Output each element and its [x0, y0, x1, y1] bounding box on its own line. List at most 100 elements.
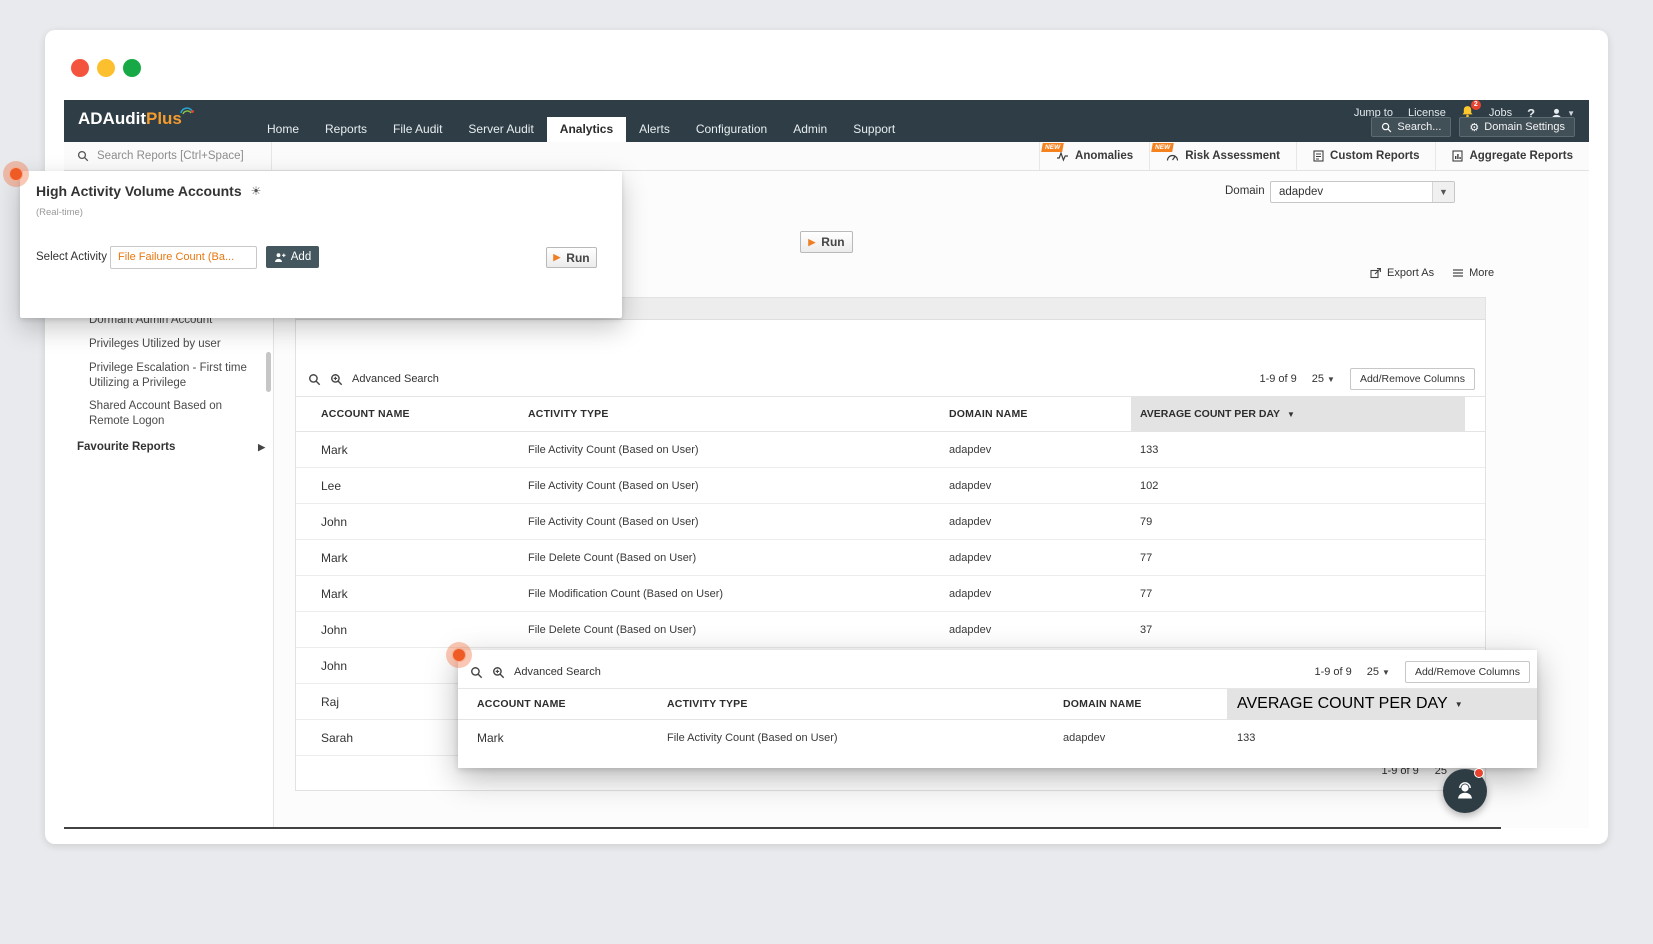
- cell-account: Raj: [321, 694, 340, 709]
- column-domain-name[interactable]: DOMAIN NAME: [1063, 698, 1142, 710]
- minimize-window-button[interactable]: [97, 59, 115, 77]
- custom-reports-label: Custom Reports: [1330, 150, 1420, 162]
- aggregate-reports-link[interactable]: Aggregate Reports: [1435, 142, 1589, 170]
- report-search-input[interactable]: [97, 150, 262, 162]
- result-overlay-card: Advanced Search 1-9 of 9 25 ▼ Add/Remove…: [458, 650, 1537, 768]
- table-row[interactable]: John File Delete Count (Based on User) a…: [296, 612, 1485, 648]
- export-as-label: Export As: [1387, 267, 1435, 279]
- column-activity-type[interactable]: ACTIVITY TYPE: [667, 698, 748, 710]
- column-average-count-sort[interactable]: AVERAGE COUNT PER DAY ▼: [1131, 397, 1465, 431]
- column-account-name[interactable]: ACCOUNT NAME: [321, 408, 410, 420]
- document-icon: [1313, 150, 1324, 162]
- column-activity-type[interactable]: ACTIVITY TYPE: [528, 408, 609, 420]
- tab-home[interactable]: Home: [254, 117, 312, 142]
- tab-file-audit[interactable]: File Audit: [380, 117, 455, 142]
- chat-notification-dot: [1474, 768, 1484, 778]
- cell-domain: adapdev: [949, 515, 992, 528]
- advanced-search-label[interactable]: Advanced Search: [514, 666, 601, 678]
- add-user-icon: [274, 252, 286, 263]
- risk-assessment-label: Risk Assessment: [1185, 150, 1281, 162]
- add-remove-columns-button[interactable]: Add/Remove Columns: [1404, 661, 1530, 683]
- popup-form-row: Select Activity File Failure Count (Ba..…: [20, 246, 622, 270]
- page-size-dropdown[interactable]: 25 ▼: [1367, 666, 1390, 678]
- table-row[interactable]: Mark File Delete Count (Based on User) a…: [296, 540, 1485, 576]
- pagination-range: 1-9 of 9: [1314, 666, 1352, 678]
- sun-icon[interactable]: ☀: [251, 184, 262, 198]
- chevron-right-icon: ▶: [258, 441, 265, 452]
- sidebar-item-privileges-utilized[interactable]: Privileges Utilized by user: [89, 337, 249, 352]
- list-icon: [1452, 267, 1464, 279]
- page-size-value: 25: [1366, 666, 1380, 678]
- logo-text-adaudit: ADAudit: [78, 109, 146, 128]
- advanced-search-label[interactable]: Advanced Search: [352, 373, 439, 385]
- sidebar-item-privilege-escalation[interactable]: Privilege Escalation - First time Utiliz…: [89, 361, 249, 391]
- advanced-search-icon[interactable]: [330, 373, 343, 386]
- table-row[interactable]: Mark File Modification Count (Based on U…: [296, 576, 1485, 612]
- page-size-dropdown[interactable]: 25 ▼: [1312, 373, 1335, 385]
- cell-account: Lee: [321, 478, 342, 493]
- advanced-search-icon[interactable]: [492, 666, 505, 679]
- page-size-value: 25: [1311, 373, 1325, 385]
- logo-swoosh-icon: [180, 107, 194, 115]
- domain-settings-button[interactable]: ⚙ Domain Settings: [1459, 117, 1575, 137]
- export-as-button[interactable]: Export As: [1370, 267, 1434, 279]
- run-report-button[interactable]: ▶ Run: [800, 231, 853, 253]
- more-label: More: [1469, 267, 1495, 279]
- tab-support[interactable]: Support: [840, 117, 908, 142]
- app-logo[interactable]: ADAuditPlus: [78, 107, 198, 129]
- cell-domain: adapdev: [1063, 732, 1106, 744]
- pagination-range: 1-9 of 9: [1259, 373, 1297, 385]
- new-badge: NEW: [1151, 143, 1175, 152]
- popup-title-row: High Activity Volume Accounts ☀: [36, 183, 261, 199]
- sidebar-item-shared-account[interactable]: Shared Account Based on Remote Logon: [89, 399, 249, 429]
- table-toolbar-right: 1-9 of 9 25 ▼ Add/Remove Columns: [1259, 368, 1475, 390]
- tab-reports[interactable]: Reports: [312, 117, 380, 142]
- popup-run-button[interactable]: ▶ Run: [546, 247, 597, 268]
- search-icon: [77, 150, 89, 162]
- anomalies-link[interactable]: NEW Anomalies: [1039, 142, 1149, 170]
- global-search-label: Search...: [1397, 121, 1442, 133]
- cell-activity: File Delete Count (Based on User): [528, 551, 697, 564]
- cell-count: 77: [1140, 587, 1153, 600]
- tab-alerts[interactable]: Alerts: [626, 117, 683, 142]
- column-account-name[interactable]: ACCOUNT NAME: [477, 698, 566, 710]
- table-row[interactable]: John File Activity Count (Based on User)…: [296, 504, 1485, 540]
- aggregate-reports-label: Aggregate Reports: [1469, 150, 1573, 162]
- more-button[interactable]: More: [1452, 267, 1494, 279]
- zoom-window-button[interactable]: [123, 59, 141, 77]
- overlay-table-row[interactable]: Mark File Activity Count (Based on User)…: [458, 720, 1537, 756]
- sidebar-scrollbar[interactable]: [266, 352, 271, 392]
- new-badge: NEW: [1041, 143, 1064, 152]
- add-activity-button[interactable]: Add: [266, 246, 319, 268]
- export-actions: Export As More: [1370, 267, 1494, 279]
- column-average-count-sort[interactable]: AVERAGE COUNT PER DAY ▼: [1227, 689, 1537, 719]
- column-average-count-label: AVERAGE COUNT PER DAY: [1140, 408, 1281, 420]
- domain-dropdown[interactable]: adapdev ▼: [1270, 181, 1455, 203]
- favourite-reports-label: Favourite Reports: [77, 441, 176, 453]
- table-row[interactable]: Mark File Activity Count (Based on User)…: [296, 432, 1485, 468]
- cell-activity: File Modification Count (Based on User): [528, 587, 724, 600]
- global-search-button[interactable]: Search...: [1371, 117, 1452, 137]
- search-icon[interactable]: [308, 373, 321, 386]
- search-icon[interactable]: [470, 666, 483, 679]
- tab-analytics[interactable]: Analytics: [546, 117, 627, 142]
- sidebar-item-favourite-reports[interactable]: Favourite Reports ▶: [77, 441, 265, 453]
- report-title: High Activity Volume Accounts: [36, 183, 242, 199]
- custom-reports-link[interactable]: Custom Reports: [1296, 142, 1435, 170]
- select-activity-label: Select Activity: [36, 251, 107, 263]
- tab-server-audit[interactable]: Server Audit: [455, 117, 546, 142]
- logo-text-plus: Plus: [145, 109, 182, 128]
- close-window-button[interactable]: [71, 59, 89, 77]
- activity-select-field[interactable]: File Failure Count (Ba...: [110, 246, 257, 269]
- search-icon: [1381, 122, 1392, 133]
- add-remove-columns-button[interactable]: Add/Remove Columns: [1349, 368, 1475, 390]
- tab-configuration[interactable]: Configuration: [683, 117, 780, 142]
- column-domain-name[interactable]: DOMAIN NAME: [949, 408, 1028, 420]
- report-subtitle: (Real-time): [36, 207, 83, 218]
- overlay-toolbar-right: 1-9 of 9 25 ▼ Add/Remove Columns: [1314, 661, 1530, 683]
- tab-admin[interactable]: Admin: [780, 117, 840, 142]
- table-row[interactable]: Lee File Activity Count (Based on User) …: [296, 468, 1485, 504]
- cell-activity: File Activity Count (Based on User): [528, 479, 699, 492]
- risk-assessment-link[interactable]: NEW Risk Assessment: [1149, 142, 1296, 170]
- run-label: Run: [821, 235, 845, 249]
